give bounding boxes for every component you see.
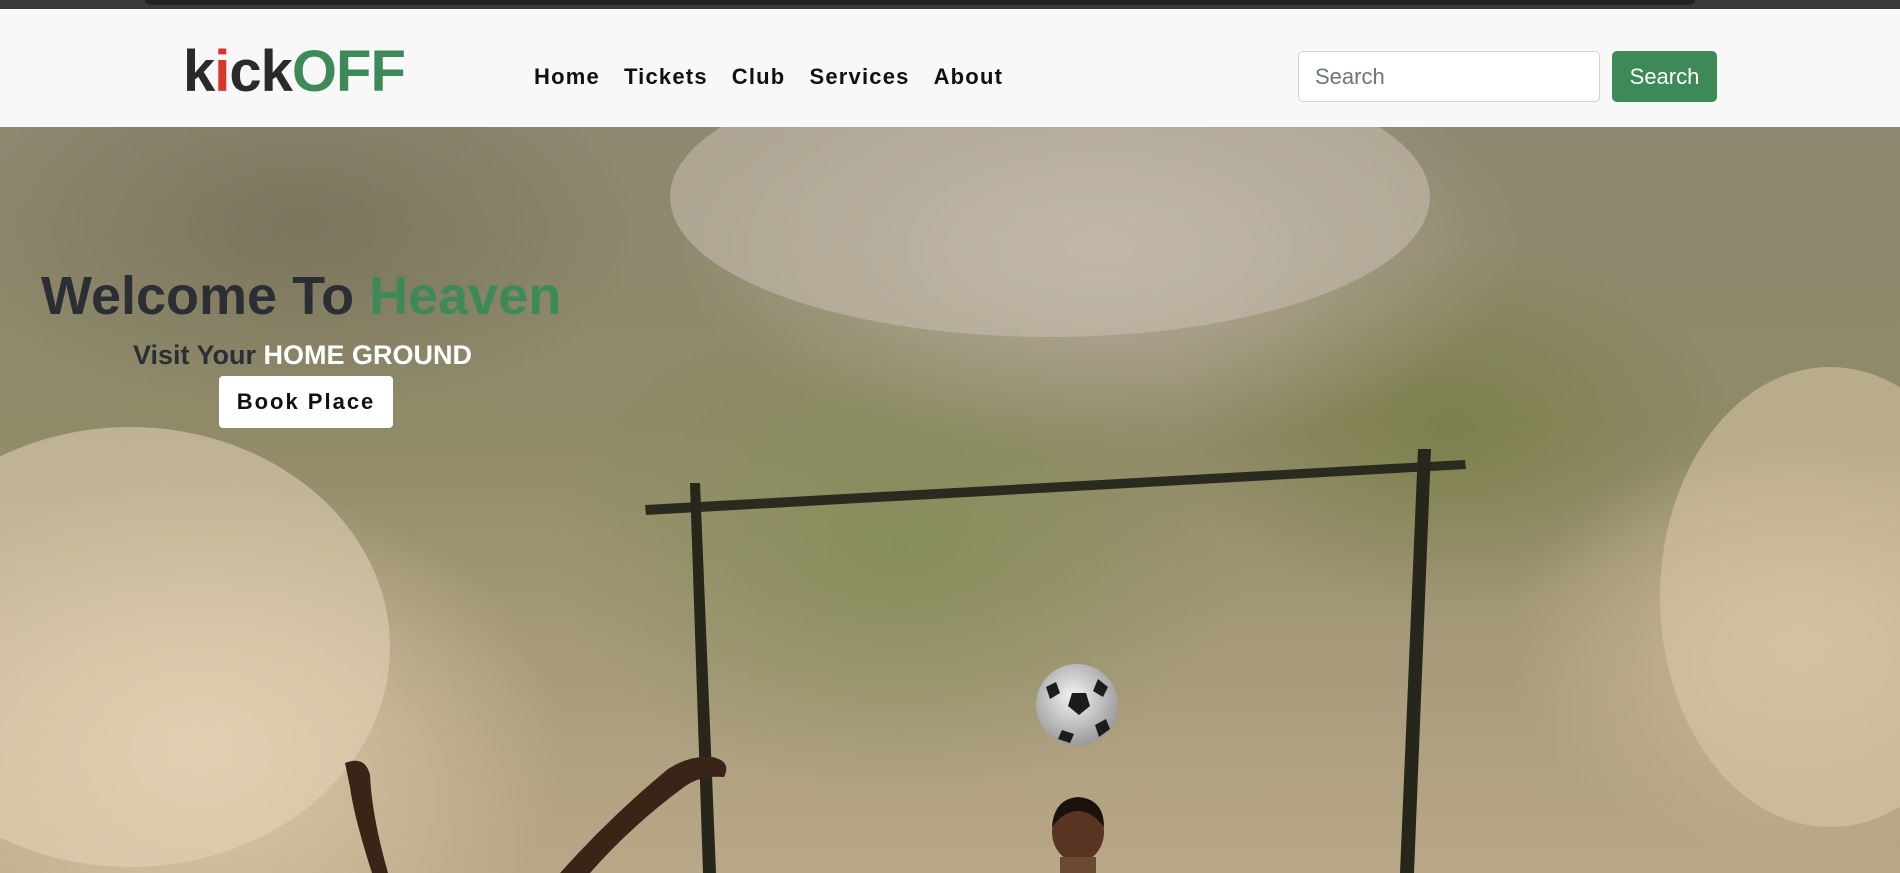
brand-logo[interactable]: kickOFF (183, 37, 406, 107)
top-bar-edge (145, 0, 1695, 5)
nav-item-home[interactable]: Home (534, 55, 612, 99)
search-button[interactable]: Search (1612, 51, 1717, 102)
book-place-button[interactable]: Book Place (219, 376, 393, 428)
logo-text-i: i (214, 39, 230, 104)
nav-item-club[interactable]: Club (720, 55, 798, 99)
nav-item-tickets[interactable]: Tickets (612, 55, 720, 99)
logo-text-off: OFF (291, 39, 406, 104)
hero-subtitle-highlight: HOME GROUND (263, 340, 473, 370)
hero-title-prefix: Welcome To (41, 266, 370, 326)
nav-item-about[interactable]: About (922, 55, 1016, 99)
hero-title: Welcome To Heaven (41, 265, 561, 327)
browser-top-strip (0, 0, 1900, 9)
logo-text-k: k (183, 39, 215, 104)
hero-banner: Welcome To Heaven Visit Your HOME GROUND… (0, 127, 1900, 873)
search-input[interactable] (1298, 51, 1600, 102)
football-goal-photo (0, 127, 1900, 873)
navbar: kickOFF Home Tickets Club Services About… (0, 9, 1900, 127)
soccer-ball-icon (1036, 664, 1118, 746)
hero-subtitle-prefix: Visit Your (133, 340, 264, 370)
logo-text-ck: ck (229, 39, 293, 104)
hero-title-accent: Heaven (369, 266, 562, 326)
nav-item-services[interactable]: Services (797, 55, 921, 99)
hero-subtitle: Visit Your HOME GROUND (133, 340, 472, 371)
player-figure (1052, 797, 1104, 873)
nav-menu: Home Tickets Club Services About (534, 55, 1015, 99)
